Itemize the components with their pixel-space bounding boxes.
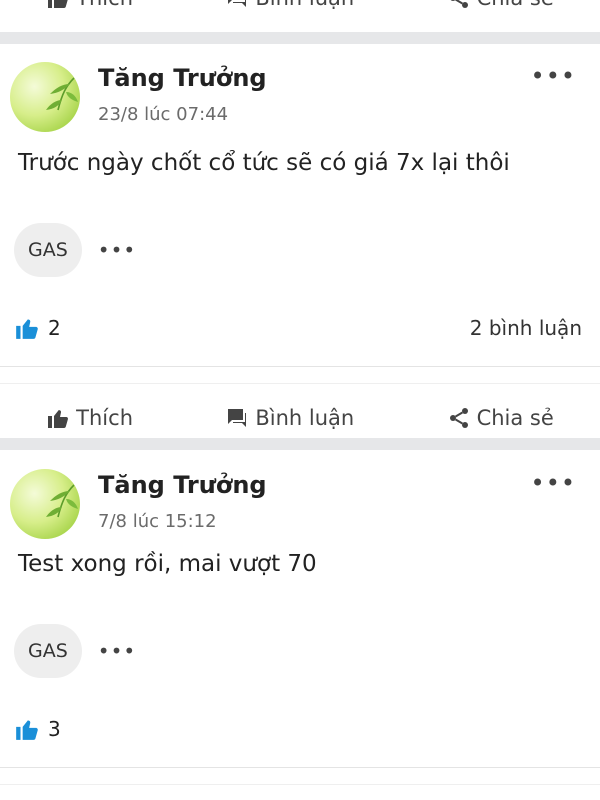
comment-label: Bình luận [255,406,355,430]
tag-row: GAS ••• [0,623,600,679]
thumbs-up-icon [48,410,69,428]
bamboo-leaf-icon [46,484,78,518]
blue-thumbs-up-icon [16,720,38,740]
post-header: Tăng Trưởng 23/8 lúc 07:44 ••• [0,44,600,144]
post-header: Tăng Trưởng 7/8 lúc 15:12 ••• [0,451,600,551]
comment-count[interactable]: 2 bình luận [470,316,582,340]
comment-button[interactable]: Bình luận [225,406,354,430]
like-label: Thích [76,406,133,430]
action-bar-top: Thích Bình luận Chia sẻ [0,0,600,32]
comment-icon [228,0,247,7]
like-count[interactable]: 2 [14,315,61,341]
stats-row: 2 2 bình luận [0,308,600,348]
tag-row: GAS ••• [0,222,600,278]
share-icon [450,0,468,8]
more-options-button[interactable]: ••• [531,471,576,495]
tag-more-button[interactable]: ••• [98,238,136,262]
feed: Thích Bình luận Chia sẻ Tăng Trưởng 23/8… [0,0,600,800]
section-separator [0,32,600,44]
like-label: Thích [76,0,133,10]
tag-more-button[interactable]: ••• [98,639,136,663]
post-content: Trước ngày chốt cổ tức sẽ có giá 7x lại … [18,150,510,176]
like-button[interactable]: Thích [46,0,133,10]
comment-button[interactable]: Bình luận [225,0,354,10]
author-name[interactable]: Tăng Trưởng [98,471,267,499]
post-timestamp: 23/8 lúc 07:44 [98,104,229,125]
like-count[interactable]: 3 [14,716,61,742]
divider [0,366,600,367]
post-content: Test xong rồi, mai vượt 70 [18,551,317,577]
post-card: Tăng Trưởng 23/8 lúc 07:44 ••• Trước ngà… [0,44,600,452]
divider [0,784,600,785]
like-count-value: 3 [48,717,61,741]
comment-label: Bình luận [255,0,354,10]
divider [0,767,600,768]
stock-tag[interactable]: GAS [14,223,82,277]
post-timestamp: 7/8 lúc 15:12 [98,511,217,532]
like-count-value: 2 [48,316,61,340]
bamboo-leaf-icon [46,77,78,111]
stock-tag[interactable]: GAS [14,624,82,678]
comment-icon [228,409,247,427]
avatar[interactable] [10,62,80,132]
author-name[interactable]: Tăng Trưởng [98,64,267,92]
like-button[interactable]: Thích [46,406,133,430]
share-label: Chia sẻ [477,0,554,10]
more-options-button[interactable]: ••• [531,64,576,88]
post-card: Tăng Trưởng 7/8 lúc 15:12 ••• Test xong … [0,451,600,785]
thumbs-up-icon [48,0,68,8]
avatar[interactable] [10,469,80,539]
blue-thumbs-up-icon [16,319,38,339]
share-button[interactable]: Chia sẻ [447,406,554,430]
share-icon [449,408,468,428]
stats-row: 3 [0,709,600,749]
share-label: Chia sẻ [476,406,554,430]
section-separator [0,438,600,450]
share-button[interactable]: Chia sẻ [447,0,554,10]
